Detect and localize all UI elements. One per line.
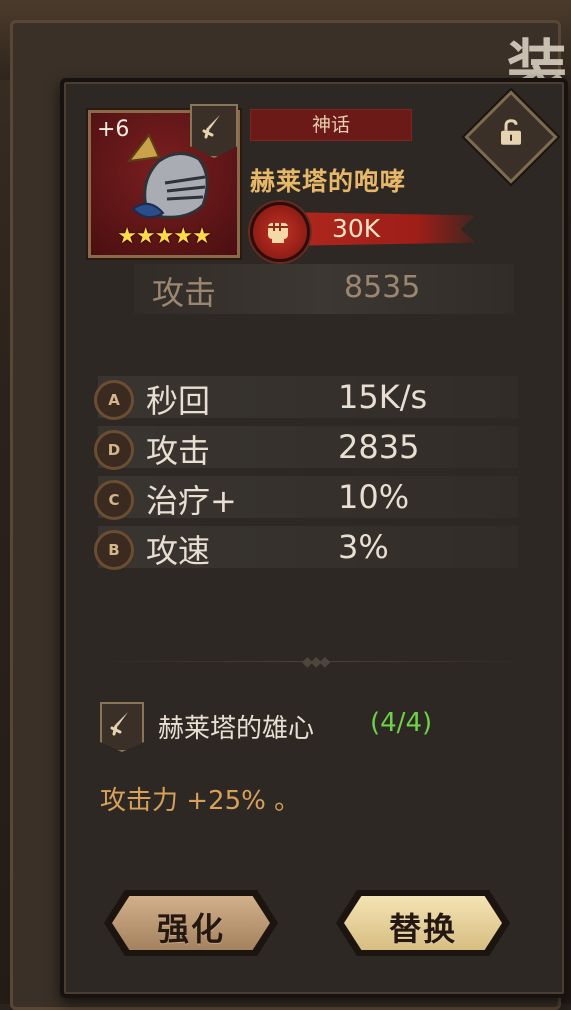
substat-value: 3% — [338, 528, 389, 566]
item-stars: ★★★★★ — [117, 224, 212, 249]
substat-list: A 秒回 15K/s D 攻击 2835 C 治疗+ 10% B 攻速 3% — [88, 372, 528, 572]
diamond-ornament-icon: ◆◆◆ — [302, 654, 330, 670]
grade-badge: C — [94, 480, 134, 520]
substat-value: 2835 — [338, 428, 420, 466]
grade-badge: B — [94, 530, 134, 570]
enhance-button[interactable]: 强化 — [104, 890, 278, 956]
set-effect: 攻击力 +25% 。 — [100, 786, 301, 816]
equipment-detail-dialog: +6 ★★★★★ 神话 赫莱塔的咆哮 30K 攻击 8535 A 秒回 15K/… — [60, 78, 568, 998]
substat-row: D 攻击 2835 — [88, 422, 528, 472]
substat-label: 攻击 — [146, 432, 211, 470]
set-bonus-row: 赫莱塔的雄心 (4/4) — [100, 702, 520, 752]
substat-value: 15K/s — [338, 378, 428, 416]
replace-button-label: 替换 — [388, 910, 457, 948]
substat-label: 攻速 — [146, 532, 211, 570]
sword-icon — [202, 115, 220, 139]
main-stat-label: 攻击 — [152, 274, 217, 312]
replace-button[interactable]: 替换 — [336, 890, 510, 956]
substat-label: 治疗+ — [146, 482, 237, 520]
substat-row: C 治疗+ 10% — [88, 472, 528, 522]
substat-label: 秒回 — [146, 382, 211, 420]
sword-icon — [110, 712, 128, 736]
enhance-button-label: 强化 — [156, 910, 225, 948]
set-count: (4/4) — [370, 708, 433, 738]
main-stat-row: 攻击 8535 — [134, 264, 514, 314]
section-divider: ◆◆◆ — [94, 652, 534, 672]
rarity-badge: 神话 — [250, 109, 412, 141]
substat-value: 10% — [338, 478, 410, 516]
power-banner: 30K — [250, 202, 482, 262]
set-badge — [100, 702, 144, 752]
fist-icon — [268, 223, 288, 243]
substat-row: B 攻速 3% — [88, 522, 528, 572]
main-stat-value: 8535 — [344, 270, 421, 305]
power-value: 30K — [332, 214, 381, 243]
item-name: 赫莱塔的咆哮 — [250, 167, 407, 196]
lock-toggle-button[interactable] — [464, 90, 558, 184]
unlock-icon — [501, 119, 521, 145]
grade-badge: A — [94, 380, 134, 420]
grade-badge: D — [94, 430, 134, 470]
power-emblem — [250, 202, 310, 262]
substat-row: A 秒回 15K/s — [88, 372, 528, 422]
set-name: 赫莱塔的雄心 — [158, 714, 315, 744]
